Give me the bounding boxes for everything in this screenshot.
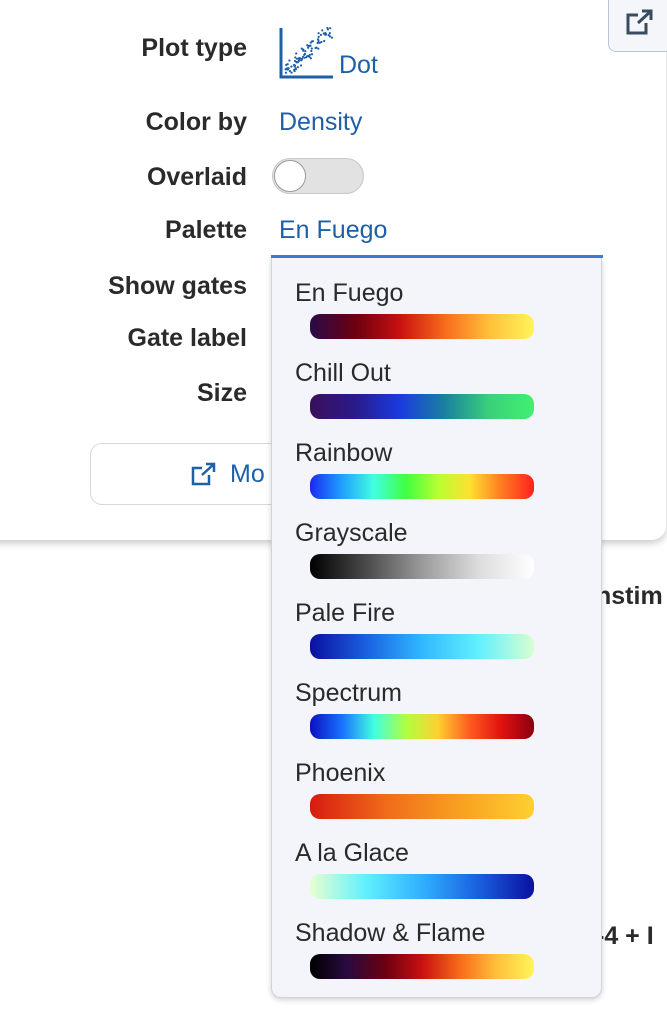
palette-option-en-fuego[interactable]: En Fuego	[272, 258, 601, 339]
color-by-label: Color by	[145, 108, 247, 136]
palette-select[interactable]: En Fuego	[279, 210, 387, 250]
palette-option-pale-fire[interactable]: Pale Fire	[272, 578, 601, 659]
palette-swatch	[310, 474, 534, 499]
palette-swatch	[310, 554, 534, 579]
gate-label-label: Gate label	[127, 324, 248, 352]
toggle-knob	[274, 160, 306, 192]
overlaid-toggle[interactable]	[272, 158, 364, 194]
palette-swatch	[310, 394, 534, 419]
plot-type-select[interactable]: Dot	[279, 26, 378, 80]
palette-option-label: Rainbow	[295, 439, 393, 467]
palette-option-label: Phoenix	[295, 759, 386, 787]
plot-type-value: Dot	[339, 51, 378, 79]
palette-swatch	[310, 634, 534, 659]
palette-swatch	[310, 714, 534, 739]
palette-option-chill-out[interactable]: Chill Out	[272, 338, 601, 419]
more-options-label: Mo	[230, 460, 265, 488]
palette-swatch	[310, 954, 534, 979]
palette-option-shadow-and-flame[interactable]: Shadow & Flame	[272, 898, 601, 979]
palette-option-grayscale[interactable]: Grayscale	[272, 498, 601, 579]
palette-option-label: Pale Fire	[295, 599, 396, 627]
background-text: -4 + I	[596, 922, 654, 950]
external-link-icon	[191, 462, 217, 491]
palette-swatch	[310, 874, 534, 899]
palette-option-phoenix[interactable]: Phoenix	[272, 738, 601, 819]
palette-swatch	[310, 314, 534, 339]
background-text: nstim	[596, 582, 663, 610]
color-by-select[interactable]: Density	[279, 102, 362, 142]
plot-type-label: Plot type	[141, 34, 247, 62]
overlaid-label: Overlaid	[146, 163, 247, 191]
palette-option-label: Chill Out	[295, 359, 391, 387]
show-gates-label: Show gates	[108, 272, 247, 300]
palette-swatch	[310, 794, 534, 819]
palette-label: Palette	[165, 216, 247, 244]
palette-option-spectrum[interactable]: Spectrum	[272, 658, 601, 739]
palette-dropdown: En Fuego Chill Out Rainbow Grayscale Pal…	[271, 258, 602, 998]
palette-option-label: En Fuego	[295, 279, 404, 307]
size-label: Size	[196, 379, 247, 407]
palette-option-label: Shadow & Flame	[295, 919, 486, 947]
palette-option-label: Spectrum	[295, 679, 402, 707]
page: Plot type Dot Color by Density Overlaid …	[0, 0, 667, 1024]
palette-option-a-la-glace[interactable]: A la Glace	[272, 818, 601, 899]
dot-plot-icon	[279, 26, 335, 80]
palette-option-rainbow[interactable]: Rainbow	[272, 418, 601, 499]
palette-option-label: Grayscale	[295, 519, 408, 547]
palette-option-label: A la Glace	[295, 839, 409, 867]
